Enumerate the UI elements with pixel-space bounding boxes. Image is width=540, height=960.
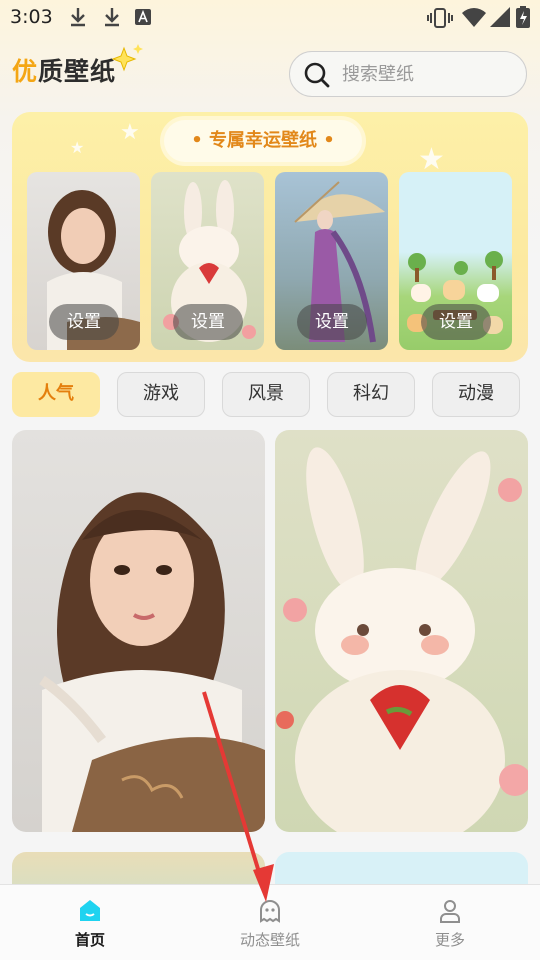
- wifi-icon: [462, 8, 486, 27]
- app-logo: 优质壁纸: [12, 44, 143, 96]
- signal-icon: [490, 7, 510, 27]
- wallpaper-card[interactable]: [275, 430, 528, 832]
- status-bar: 3:03: [0, 0, 540, 36]
- nav-label: 动态壁纸: [239, 931, 300, 949]
- person-icon: [440, 900, 460, 923]
- battery-icon: [516, 6, 530, 28]
- category-tab-popular[interactable]: 人气: [12, 372, 100, 417]
- set-wallpaper-button[interactable]: 设置: [297, 304, 367, 340]
- portrait-wallpaper-image: [39, 492, 265, 832]
- wallpaper-card[interactable]: [12, 430, 265, 832]
- nav-label: 更多: [434, 931, 465, 949]
- home-icon: [80, 900, 100, 921]
- download-icon: [71, 8, 85, 27]
- wallpaper-thumb[interactable]: 设置: [275, 172, 388, 350]
- wallpaper-thumb[interactable]: 设置: [151, 172, 264, 350]
- category-tab-games[interactable]: 游戏: [117, 372, 205, 417]
- status-time: 3:03: [10, 6, 53, 28]
- set-wallpaper-button[interactable]: 设置: [49, 304, 119, 340]
- star-decoration: ★: [120, 120, 140, 145]
- ghost-icon: [260, 900, 280, 923]
- nav-label: 首页: [74, 931, 105, 949]
- logo-text: 质壁纸: [38, 57, 117, 86]
- category-tab-scenery[interactable]: 风景: [222, 372, 310, 417]
- star-decoration: ★: [70, 138, 85, 157]
- logo-text-accent: 优: [12, 57, 39, 86]
- vibrate-icon: [427, 8, 453, 28]
- wallpaper-thumb[interactable]: 设置: [27, 172, 140, 350]
- search-input[interactable]: [342, 60, 512, 88]
- set-wallpaper-button[interactable]: 设置: [421, 304, 491, 340]
- nav-home[interactable]: 首页: [0, 885, 180, 960]
- nav-live-wallpaper[interactable]: 动态壁纸: [180, 885, 360, 960]
- nav-more[interactable]: 更多: [360, 885, 540, 960]
- wallpaper-thumb[interactable]: 设置: [399, 172, 512, 350]
- sparkle-icon: [111, 44, 143, 72]
- bottom-nav: 首页 动态壁纸 更多: [0, 884, 540, 960]
- search-box[interactable]: [289, 51, 527, 97]
- lucky-title: • 专属幸运壁纸 •: [164, 120, 362, 162]
- set-wallpaper-button[interactable]: 设置: [173, 304, 243, 340]
- font-icon: [135, 9, 151, 25]
- search-icon: [304, 62, 330, 88]
- category-tab-anime[interactable]: 动漫: [432, 372, 520, 417]
- category-tab-scifi[interactable]: 科幻: [327, 372, 415, 417]
- lucky-wallpaper-card: ★ ★ ★ ★ • 专属幸运壁纸 • 设置 设置: [12, 112, 528, 362]
- download-icon: [105, 8, 119, 27]
- rabbit-wallpaper-image: [276, 447, 528, 832]
